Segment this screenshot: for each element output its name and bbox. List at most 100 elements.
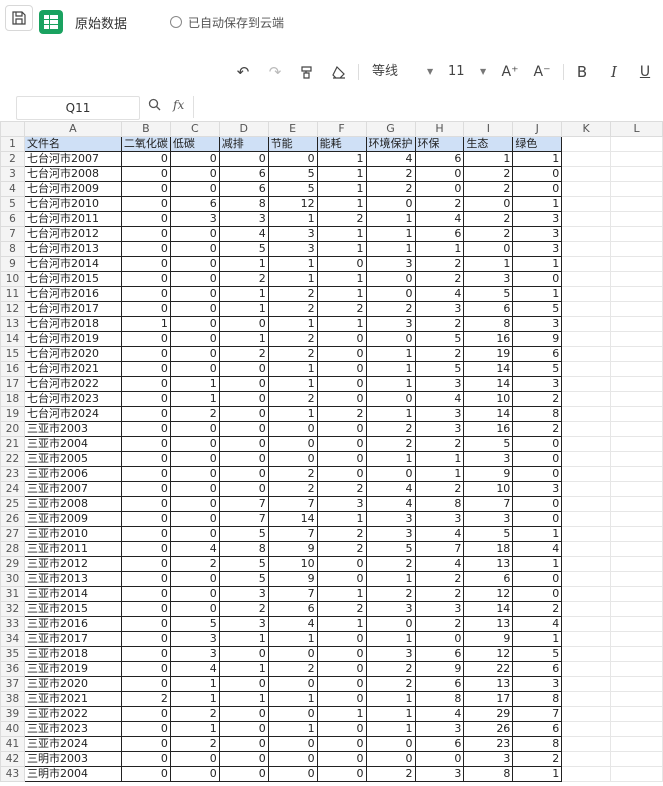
- value-cell[interactable]: 2: [169, 556, 220, 572]
- value-cell[interactable]: 2: [316, 301, 367, 317]
- city-year-cell[interactable]: 三亚市2003: [23, 421, 122, 437]
- value-cell[interactable]: 2: [267, 286, 318, 302]
- value-cell[interactable]: 0: [120, 391, 171, 407]
- value-cell[interactable]: 3: [512, 376, 563, 392]
- value-cell[interactable]: 1: [316, 241, 367, 257]
- empty-cell[interactable]: [610, 556, 663, 572]
- city-year-cell[interactable]: 七台河市2016: [23, 286, 122, 302]
- value-cell[interactable]: 0: [169, 226, 220, 242]
- value-cell[interactable]: 0: [120, 196, 171, 212]
- value-cell[interactable]: 2: [414, 316, 465, 332]
- value-cell[interactable]: 0: [120, 496, 171, 512]
- value-cell[interactable]: 0: [120, 736, 171, 752]
- value-cell[interactable]: 0: [365, 271, 416, 287]
- value-cell[interactable]: 3: [414, 376, 465, 392]
- row-header[interactable]: 26: [0, 511, 25, 527]
- value-cell[interactable]: 0: [316, 766, 367, 782]
- city-year-cell[interactable]: 七台河市2024: [23, 406, 122, 422]
- city-year-cell[interactable]: 七台河市2010: [23, 196, 122, 212]
- value-cell[interactable]: 0: [169, 451, 220, 467]
- value-cell[interactable]: 1: [512, 151, 563, 167]
- value-cell[interactable]: 8: [463, 766, 514, 782]
- value-cell[interactable]: 22: [463, 661, 514, 677]
- value-cell[interactable]: 0: [120, 661, 171, 677]
- city-year-cell[interactable]: 七台河市2008: [23, 166, 122, 182]
- value-cell[interactable]: 3: [512, 481, 563, 497]
- value-cell[interactable]: 0: [218, 481, 269, 497]
- value-cell[interactable]: 4: [414, 526, 465, 542]
- value-cell[interactable]: 4: [414, 556, 465, 572]
- value-cell[interactable]: 0: [512, 466, 563, 482]
- row-header[interactable]: 36: [0, 661, 25, 677]
- value-cell[interactable]: 0: [365, 331, 416, 347]
- value-cell[interactable]: 4: [512, 541, 563, 557]
- empty-cell[interactable]: [561, 616, 612, 632]
- value-cell[interactable]: 0: [218, 151, 269, 167]
- city-year-cell[interactable]: 三亚市2015: [23, 601, 122, 617]
- value-cell[interactable]: 2: [414, 571, 465, 587]
- empty-cell[interactable]: [610, 541, 663, 557]
- value-cell[interactable]: 2: [169, 736, 220, 752]
- increase-font-button[interactable]: A⁺: [500, 62, 520, 82]
- value-cell[interactable]: 9: [463, 631, 514, 647]
- value-cell[interactable]: 0: [316, 556, 367, 572]
- row-header[interactable]: 29: [0, 556, 25, 572]
- value-cell[interactable]: 0: [169, 601, 220, 617]
- value-cell[interactable]: 5: [512, 301, 563, 317]
- header-cell[interactable]: 环境保护: [365, 136, 416, 152]
- value-cell[interactable]: 1: [316, 151, 367, 167]
- row-header[interactable]: 4: [0, 181, 25, 197]
- empty-cell[interactable]: [561, 196, 612, 212]
- formula-input[interactable]: [193, 96, 663, 118]
- value-cell[interactable]: 7: [267, 586, 318, 602]
- value-cell[interactable]: 2: [316, 541, 367, 557]
- value-cell[interactable]: 13: [463, 556, 514, 572]
- value-cell[interactable]: 5: [414, 361, 465, 377]
- empty-cell[interactable]: [561, 181, 612, 197]
- row-header[interactable]: 3: [0, 166, 25, 182]
- value-cell[interactable]: 3: [463, 451, 514, 467]
- city-year-cell[interactable]: 七台河市2009: [23, 181, 122, 197]
- empty-cell[interactable]: [561, 736, 612, 752]
- empty-cell[interactable]: [561, 271, 612, 287]
- header-cell[interactable]: 文件名: [23, 136, 122, 152]
- empty-cell[interactable]: [610, 706, 663, 722]
- value-cell[interactable]: 2: [414, 616, 465, 632]
- value-cell[interactable]: 0: [169, 166, 220, 182]
- value-cell[interactable]: 5: [463, 286, 514, 302]
- value-cell[interactable]: 5: [512, 646, 563, 662]
- value-cell[interactable]: 6: [414, 226, 465, 242]
- empty-cell[interactable]: [610, 736, 663, 752]
- row-header[interactable]: 34: [0, 631, 25, 647]
- empty-cell[interactable]: [561, 226, 612, 242]
- city-year-cell[interactable]: 三亚市2006: [23, 466, 122, 482]
- value-cell[interactable]: 0: [120, 181, 171, 197]
- city-year-cell[interactable]: 七台河市2007: [23, 151, 122, 167]
- value-cell[interactable]: 3: [169, 211, 220, 227]
- city-year-cell[interactable]: 三亚市2017: [23, 631, 122, 647]
- value-cell[interactable]: 2: [120, 691, 171, 707]
- value-cell[interactable]: 3: [414, 721, 465, 737]
- city-year-cell[interactable]: 三亚市2019: [23, 661, 122, 677]
- value-cell[interactable]: 0: [267, 736, 318, 752]
- value-cell[interactable]: 0: [218, 361, 269, 377]
- value-cell[interactable]: 0: [169, 361, 220, 377]
- value-cell[interactable]: 2: [414, 196, 465, 212]
- value-cell[interactable]: 0: [120, 646, 171, 662]
- city-year-cell[interactable]: 三明市2004: [23, 766, 122, 782]
- value-cell[interactable]: 0: [316, 571, 367, 587]
- value-cell[interactable]: 2: [316, 406, 367, 422]
- value-cell[interactable]: 0: [120, 631, 171, 647]
- redo-icon[interactable]: ↷: [266, 62, 284, 82]
- value-cell[interactable]: 1: [316, 706, 367, 722]
- value-cell[interactable]: 0: [169, 526, 220, 542]
- empty-cell[interactable]: [561, 256, 612, 272]
- empty-cell[interactable]: [610, 241, 663, 257]
- empty-cell[interactable]: [610, 586, 663, 602]
- value-cell[interactable]: 2: [365, 661, 416, 677]
- value-cell[interactable]: 5: [365, 541, 416, 557]
- value-cell[interactable]: 16: [463, 331, 514, 347]
- value-cell[interactable]: 0: [267, 436, 318, 452]
- empty-cell[interactable]: [610, 226, 663, 242]
- empty-cell[interactable]: [561, 211, 612, 227]
